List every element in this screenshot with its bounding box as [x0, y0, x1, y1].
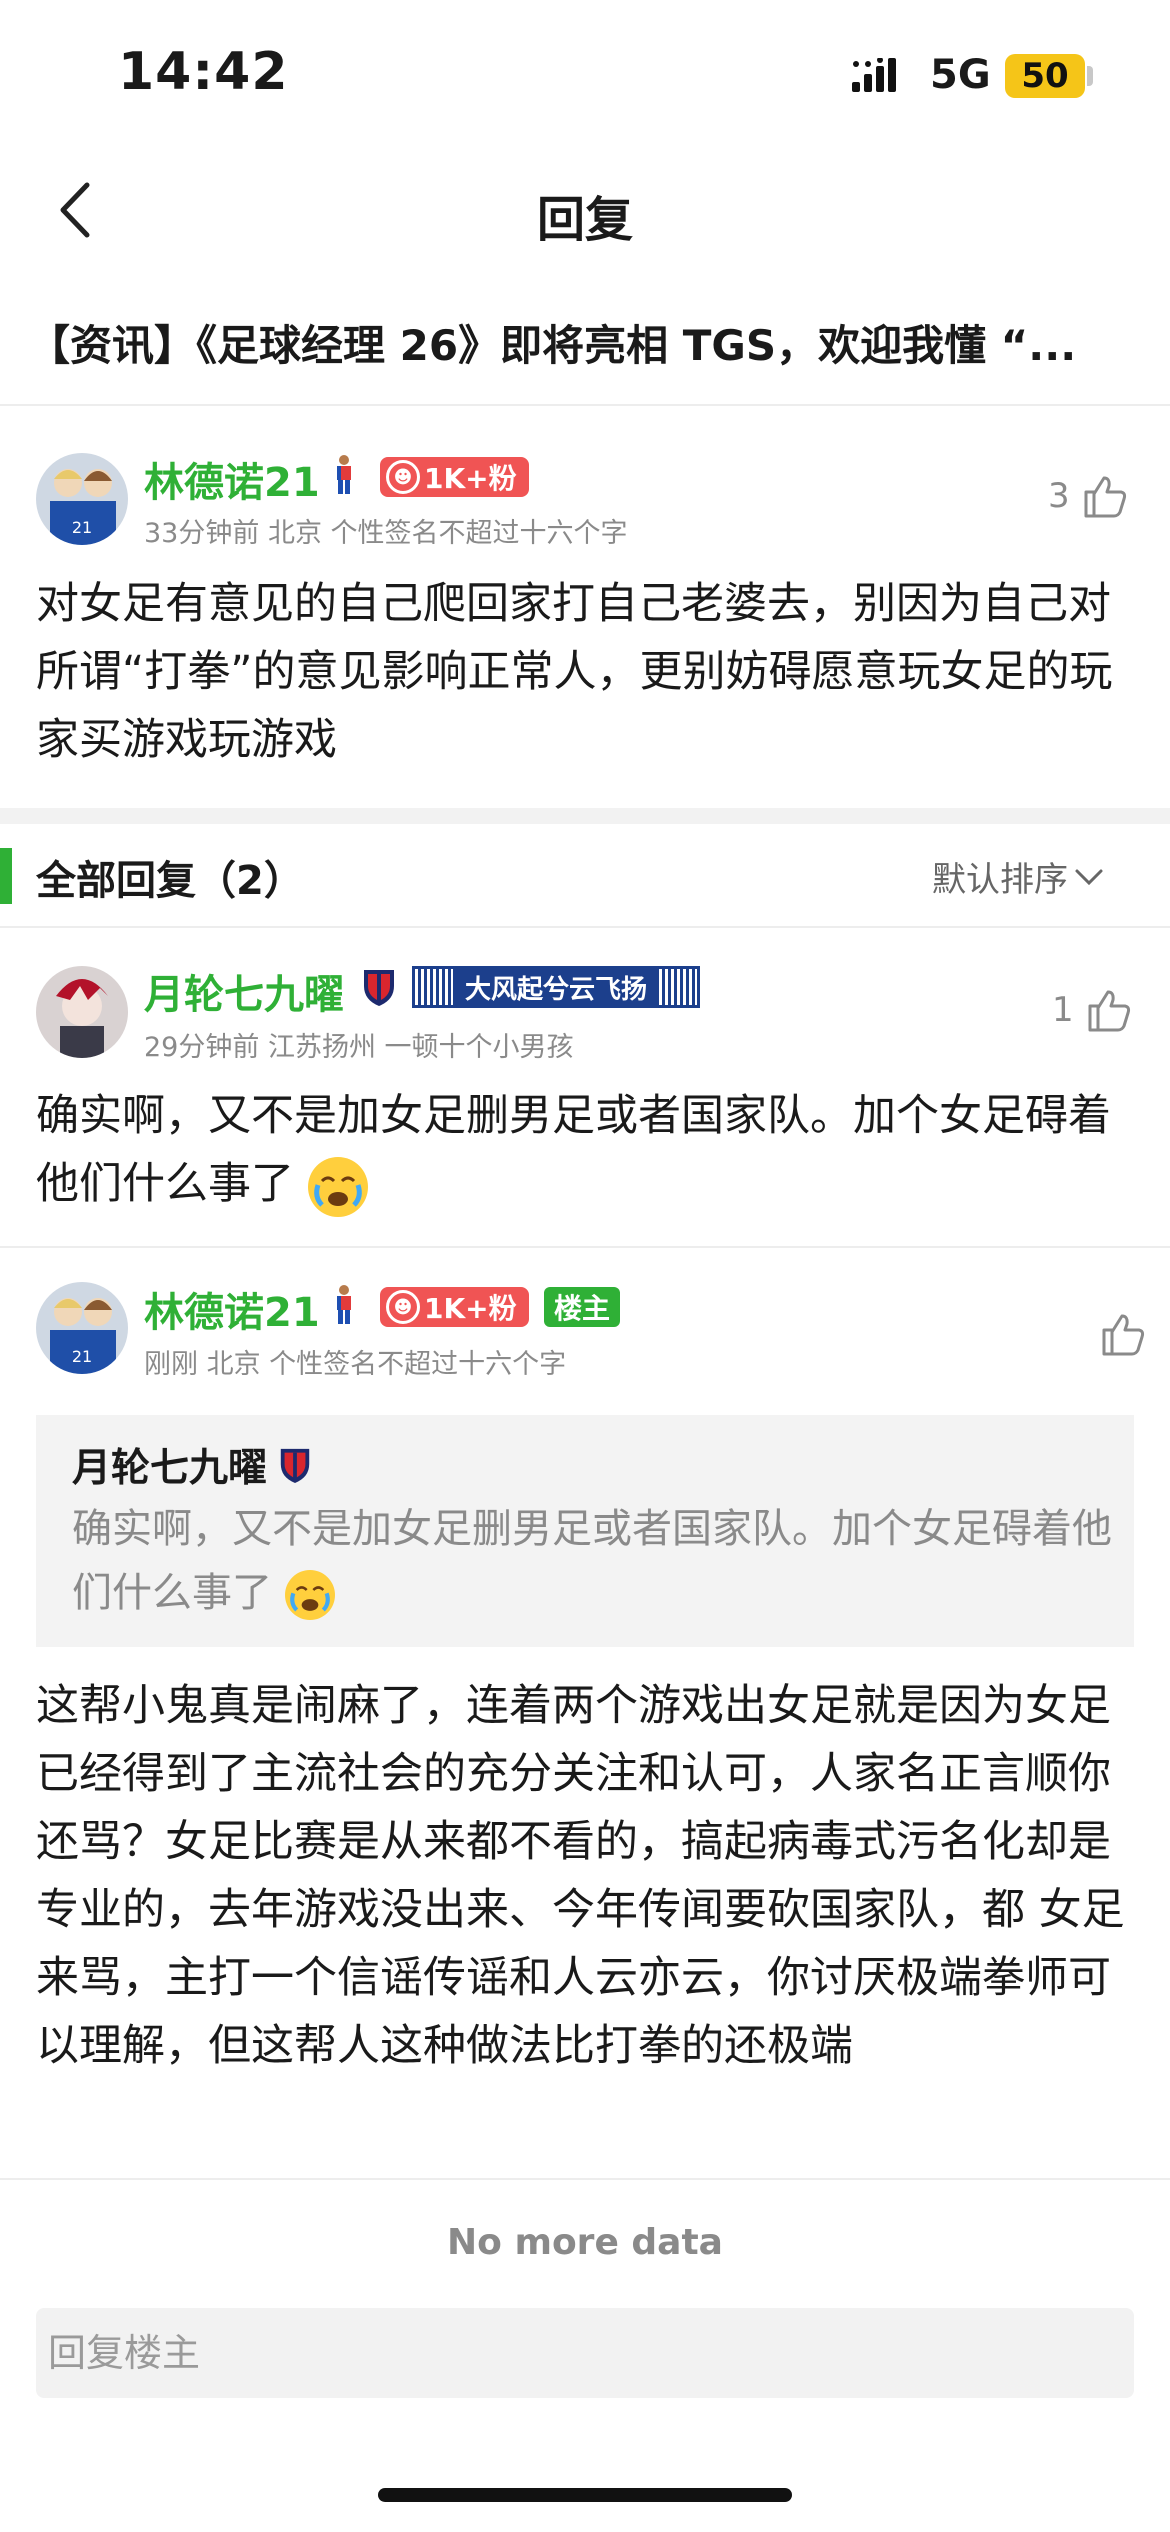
- divider: [0, 404, 1170, 406]
- crying-emoji-icon: [307, 1156, 368, 1217]
- reply-username[interactable]: 林德诺21: [144, 1280, 320, 1338]
- fans-badge: ☻ 1K+粉: [380, 457, 529, 497]
- comment-meta: 33分钟前 北京 个性签名不超过十六个字: [144, 518, 628, 549]
- reply-username[interactable]: 月轮七九曜: [144, 962, 344, 1020]
- scarf-fringe: [659, 969, 698, 1005]
- home-indicator[interactable]: [378, 2488, 792, 2502]
- sort-dropdown[interactable]: 默认排序: [932, 852, 1104, 901]
- status-bar: 14:42 5G 50: [0, 0, 1170, 150]
- network-type: 5G: [930, 52, 991, 98]
- chevron-down-icon: [1075, 869, 1103, 885]
- avatar[interactable]: 21: [36, 1282, 128, 1374]
- sort-label: 默认排序: [932, 860, 1068, 900]
- like-count: 1: [1052, 990, 1074, 1030]
- avatar-photo: 21: [36, 453, 128, 545]
- divider: [0, 2178, 1170, 2180]
- scarf-text: 大风起兮云飞扬: [465, 974, 648, 1005]
- like-button[interactable]: 3: [1048, 472, 1128, 520]
- reply-input[interactable]: [36, 2308, 1134, 2398]
- page-title: 回复: [536, 192, 633, 248]
- section-accent-bar: [0, 848, 12, 904]
- post-title-link[interactable]: 【资讯】《足球经理 26》即将亮相 TGS，欢迎我懂 “...: [28, 312, 1138, 373]
- thumbs-up-icon: [1088, 990, 1130, 1032]
- club-crest-icon: [364, 970, 394, 1006]
- team-scarf-badge: 大风起兮云飞扬: [412, 966, 701, 1008]
- battery-cap: [1087, 66, 1093, 86]
- fans-badge: ☻ 1K+粉: [380, 1287, 529, 1327]
- quote-text: 确实啊，又不是加女足删男足或者国家队。加个女足碍着他们什么事了: [72, 1497, 1112, 1625]
- replies-header: 全部回复（2）: [36, 858, 304, 904]
- thumbs-up-icon: [1084, 476, 1126, 518]
- crying-emoji-icon: [284, 1570, 335, 1620]
- avatar[interactable]: 21: [36, 453, 128, 545]
- thumbs-up-icon: [1102, 1314, 1145, 1356]
- avatar-photo: 21: [36, 1282, 128, 1374]
- user-icon: ☻: [386, 460, 420, 494]
- no-more-data: No more data: [447, 2222, 723, 2263]
- svg-text:21: 21: [72, 1347, 92, 1366]
- reply-meta: 刚刚 北京 个性签名不超过十六个字: [144, 1349, 567, 1380]
- like-count: 3: [1048, 476, 1070, 516]
- avatar-photo: [36, 966, 128, 1058]
- status-time: 14:42: [118, 42, 289, 102]
- comment-username[interactable]: 林德诺21: [144, 450, 320, 508]
- battery-indicator: 50: [1005, 54, 1085, 98]
- divider: [0, 926, 1170, 928]
- like-button[interactable]: [1088, 1310, 1146, 1358]
- nav-bar: 回复: [0, 150, 1170, 280]
- like-button[interactable]: 1: [1052, 986, 1132, 1034]
- reply-page: 14:42 5G 50 回复 【资讯】《足球经理 26》即将亮相 TGS，欢迎我…: [0, 0, 1170, 2532]
- club-crest-icon: [280, 1448, 310, 1483]
- fans-badge-label: 1K+粉: [424, 462, 517, 495]
- svg-text:21: 21: [72, 518, 92, 537]
- avatar[interactable]: [36, 966, 128, 1058]
- reply-text-content: 确实啊，又不是加女足删男足或者国家队。加个女足碍着他们什么事了: [36, 1091, 1111, 1209]
- comment-text: 对女足有意见的自己爬回家打自己老婆去，别因为自己对所谓“打拳”的意见影响正常人，…: [36, 579, 1113, 765]
- quote-username: 月轮七九曜: [72, 1446, 268, 1491]
- reply-text: 确实啊，又不是加女足删男足或者国家队。加个女足碍着他们什么事了: [36, 1082, 1136, 1218]
- reply-text: 这帮小鬼真是闹麻了，连着两个游戏出女足就是因为女足已经得到了主流社会的充分关注和…: [36, 1681, 1125, 2071]
- player-figure-icon: [337, 1285, 351, 1324]
- cellular-signal-icon: [852, 58, 896, 92]
- fans-badge-label: 1K+粉: [424, 1292, 517, 1325]
- divider: [0, 1246, 1170, 1248]
- quote-text-content: 确实啊，又不是加女足删男足或者国家队。加个女足碍着他们什么事了: [72, 1506, 1112, 1616]
- reply-meta: 29分钟前 江苏扬州 一顿十个小男孩: [144, 1032, 574, 1063]
- owner-badge: 楼主: [544, 1287, 621, 1327]
- quote-user: 月轮七九曜: [72, 1437, 313, 1493]
- section-divider: [0, 808, 1170, 824]
- scarf-fringe: [415, 969, 453, 1005]
- quoted-reply[interactable]: 月轮七九曜 确实啊，又不是加女足删男足或者国家队。加个女足碍着他们什么事了: [36, 1415, 1134, 1647]
- user-icon: ☻: [386, 1290, 420, 1324]
- player-figure-icon: [337, 455, 351, 494]
